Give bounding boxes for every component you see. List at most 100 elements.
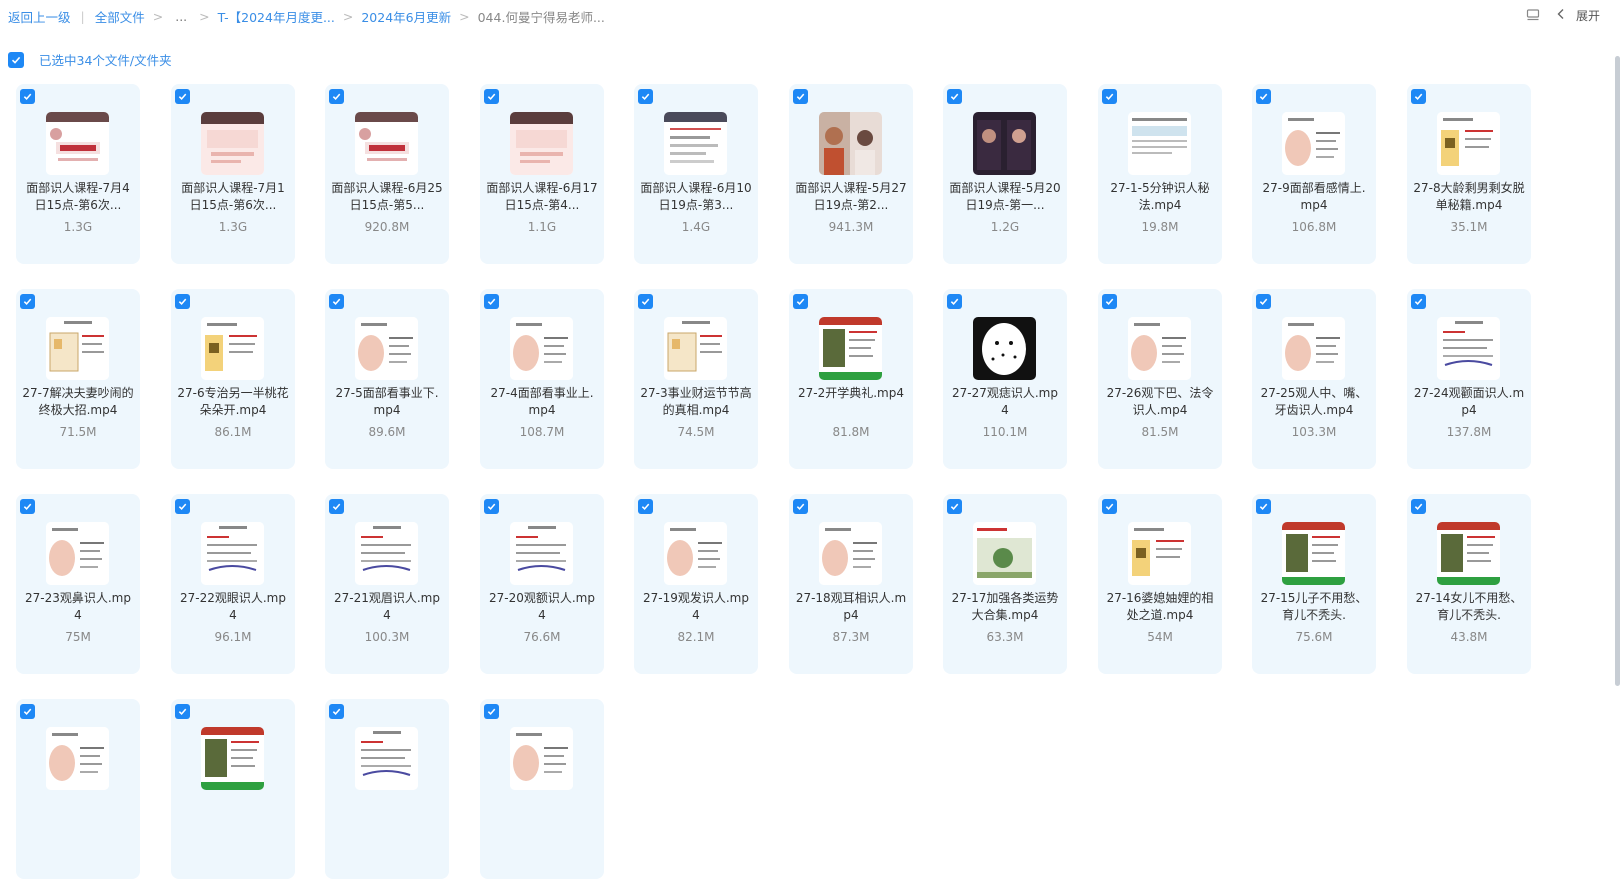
file-checkbox[interactable] bbox=[947, 499, 962, 514]
file-name[interactable]: 27-8大龄剩男剩女脱单秘籍.mp4 bbox=[1413, 180, 1525, 214]
file-name[interactable]: 27-1-5分钟识人秘法.mp4 bbox=[1104, 180, 1216, 214]
file-name[interactable]: 27-4面部看事业上.mp4 bbox=[486, 385, 598, 419]
file-card[interactable] bbox=[171, 699, 295, 879]
file-checkbox[interactable] bbox=[638, 499, 653, 514]
file-card[interactable]: 27-23观鼻识人.mp4 75M bbox=[16, 494, 140, 674]
file-thumbnail[interactable] bbox=[1282, 317, 1345, 380]
file-thumbnail[interactable] bbox=[510, 317, 573, 380]
file-name[interactable]: 27-27观痣识人.mp4 bbox=[949, 385, 1061, 419]
file-name[interactable]: 27-21观眉识人.mp4 bbox=[331, 590, 443, 624]
file-card[interactable]: 27-21观眉识人.mp4 100.3M bbox=[325, 494, 449, 674]
file-thumbnail[interactable] bbox=[973, 522, 1036, 585]
file-thumbnail[interactable] bbox=[510, 522, 573, 585]
file-thumbnail[interactable] bbox=[819, 317, 882, 380]
file-name[interactable]: 27-7解决夫妻吵闹的终极大招.mp4 bbox=[22, 385, 134, 419]
file-thumbnail[interactable] bbox=[510, 112, 573, 175]
file-card[interactable]: 27-5面部看事业下.mp4 89.6M bbox=[325, 289, 449, 469]
file-name[interactable]: 27-22观眼识人.mp4 bbox=[177, 590, 289, 624]
file-checkbox[interactable] bbox=[793, 294, 808, 309]
file-checkbox[interactable] bbox=[329, 89, 344, 104]
file-thumbnail[interactable] bbox=[664, 112, 727, 175]
file-checkbox[interactable] bbox=[20, 294, 35, 309]
file-card[interactable]: 27-24观颧面识人.mp4 137.8M bbox=[1407, 289, 1531, 469]
file-checkbox[interactable] bbox=[1411, 89, 1426, 104]
file-thumbnail[interactable] bbox=[1282, 112, 1345, 175]
file-thumbnail[interactable] bbox=[46, 317, 109, 380]
file-name[interactable]: 27-2开学典礼.mp4 bbox=[795, 385, 907, 402]
file-thumbnail[interactable] bbox=[1437, 317, 1500, 380]
file-checkbox[interactable] bbox=[484, 294, 499, 309]
file-thumbnail[interactable] bbox=[664, 317, 727, 380]
expand-button[interactable]: 展开 bbox=[1556, 7, 1600, 24]
file-checkbox[interactable] bbox=[175, 294, 190, 309]
breadcrumb-folder-monthly[interactable]: T-【2024年月度更... bbox=[218, 7, 335, 26]
file-checkbox[interactable] bbox=[484, 89, 499, 104]
file-name[interactable]: 27-18观耳相识人.mp4 bbox=[795, 590, 907, 624]
breadcrumb-ellipsis[interactable]: ... bbox=[175, 9, 187, 24]
file-name[interactable]: 面部识人课程-7月1日15点-第6次... bbox=[177, 180, 289, 214]
file-name[interactable]: 27-6专治另一半桃花朵朵开.mp4 bbox=[177, 385, 289, 419]
file-name[interactable]: 27-17加强各类运势大合集.mp4 bbox=[949, 590, 1061, 624]
file-checkbox[interactable] bbox=[947, 89, 962, 104]
file-thumbnail[interactable] bbox=[201, 112, 264, 175]
file-checkbox[interactable] bbox=[175, 499, 190, 514]
file-name[interactable]: 27-5面部看事业下.mp4 bbox=[331, 385, 443, 419]
file-name[interactable]: 27-25观人中、嘴、牙齿识人.mp4 bbox=[1258, 385, 1370, 419]
file-thumbnail[interactable] bbox=[355, 317, 418, 380]
file-name[interactable]: 27-16婆媳妯娌的相处之道.mp4 bbox=[1104, 590, 1216, 624]
file-checkbox[interactable] bbox=[20, 89, 35, 104]
file-card[interactable]: 27-27观痣识人.mp4 110.1M bbox=[943, 289, 1067, 469]
file-thumbnail[interactable] bbox=[1128, 112, 1191, 175]
file-card[interactable]: 面部识人课程-7月4日15点-第6次... 1.3G bbox=[16, 84, 140, 264]
scrollbar[interactable] bbox=[1615, 56, 1620, 686]
file-name[interactable]: 27-19观发识人.mp4 bbox=[640, 590, 752, 624]
file-name[interactable]: 面部识人课程-5月27日19点-第2... bbox=[795, 180, 907, 214]
file-thumbnail[interactable] bbox=[355, 727, 418, 790]
file-checkbox[interactable] bbox=[20, 499, 35, 514]
file-card[interactable]: 面部识人课程-6月10日19点-第3... 1.4G bbox=[634, 84, 758, 264]
file-card[interactable]: 面部识人课程-7月1日15点-第6次... 1.3G bbox=[171, 84, 295, 264]
file-card[interactable]: 27-9面部看感情上.mp4 106.8M bbox=[1252, 84, 1376, 264]
breadcrumb-folder-june[interactable]: 2024年6月更新 bbox=[361, 7, 451, 26]
file-checkbox[interactable] bbox=[947, 294, 962, 309]
file-card[interactable]: 面部识人课程-6月17日15点-第4... 1.1G bbox=[480, 84, 604, 264]
file-checkbox[interactable] bbox=[329, 294, 344, 309]
file-name[interactable]: 27-24观颧面识人.mp4 bbox=[1413, 385, 1525, 419]
file-card[interactable] bbox=[16, 699, 140, 879]
file-thumbnail[interactable] bbox=[819, 522, 882, 585]
file-name[interactable]: 面部识人课程-6月17日15点-第4... bbox=[486, 180, 598, 214]
file-card[interactable]: 27-2开学典礼.mp4 81.8M bbox=[789, 289, 913, 469]
file-checkbox[interactable] bbox=[1256, 294, 1271, 309]
file-thumbnail[interactable] bbox=[201, 317, 264, 380]
file-checkbox[interactable] bbox=[1256, 499, 1271, 514]
file-card[interactable]: 27-18观耳相识人.mp4 87.3M bbox=[789, 494, 913, 674]
file-name[interactable]: 面部识人课程-7月4日15点-第6次... bbox=[22, 180, 134, 214]
file-thumbnail[interactable] bbox=[1128, 317, 1191, 380]
file-card[interactable]: 面部识人课程-6月25日15点-第5... 920.8M bbox=[325, 84, 449, 264]
file-name[interactable]: 27-23观鼻识人.mp4 bbox=[22, 590, 134, 624]
file-card[interactable]: 27-17加强各类运势大合集.mp4 63.3M bbox=[943, 494, 1067, 674]
file-thumbnail[interactable] bbox=[201, 727, 264, 790]
file-checkbox[interactable] bbox=[175, 704, 190, 719]
back-link[interactable]: 返回上一级 bbox=[8, 7, 71, 26]
file-name[interactable]: 27-9面部看感情上.mp4 bbox=[1258, 180, 1370, 214]
file-thumbnail[interactable] bbox=[973, 317, 1036, 380]
file-thumbnail[interactable] bbox=[355, 112, 418, 175]
file-name[interactable]: 27-3事业财运节节高的真相.mp4 bbox=[640, 385, 752, 419]
file-thumbnail[interactable] bbox=[1437, 112, 1500, 175]
file-name[interactable]: 27-14女儿不用愁、育儿不秃头. bbox=[1413, 590, 1525, 624]
file-checkbox[interactable] bbox=[1102, 89, 1117, 104]
file-thumbnail[interactable] bbox=[1128, 522, 1191, 585]
file-checkbox[interactable] bbox=[638, 294, 653, 309]
file-checkbox[interactable] bbox=[1102, 499, 1117, 514]
file-card[interactable]: 面部识人课程-5月27日19点-第2... 941.3M bbox=[789, 84, 913, 264]
file-checkbox[interactable] bbox=[638, 89, 653, 104]
file-checkbox[interactable] bbox=[1411, 294, 1426, 309]
file-card[interactable]: 27-8大龄剩男剩女脱单秘籍.mp4 35.1M bbox=[1407, 84, 1531, 264]
file-checkbox[interactable] bbox=[484, 499, 499, 514]
select-all-checkbox[interactable] bbox=[8, 51, 24, 68]
file-card[interactable]: 27-4面部看事业上.mp4 108.7M bbox=[480, 289, 604, 469]
file-checkbox[interactable] bbox=[793, 499, 808, 514]
file-checkbox[interactable] bbox=[20, 704, 35, 719]
file-card[interactable]: 27-15儿子不用愁、育儿不秃头. 75.6M bbox=[1252, 494, 1376, 674]
